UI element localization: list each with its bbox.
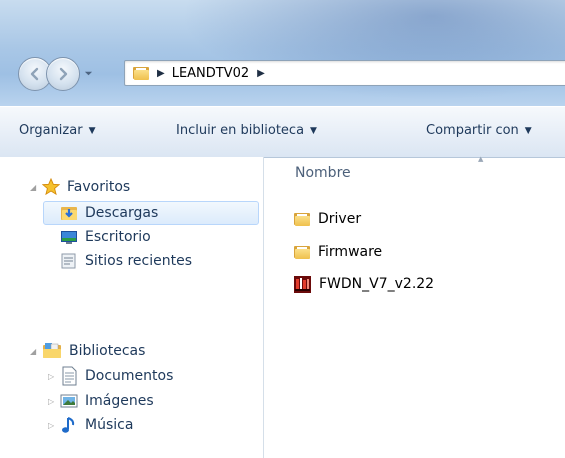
file-item-fwdn[interactable]: FWDN_V7_v2.22: [294, 273, 434, 295]
application-icon: [294, 275, 311, 293]
file-name: FWDN_V7_v2.22: [319, 276, 435, 292]
organize-label: Organizar: [19, 123, 83, 138]
nav-label-desktop: Escritorio: [85, 229, 151, 245]
forward-button[interactable]: [46, 57, 80, 91]
nav-label-music: Música: [85, 417, 134, 433]
expand-arrow-icon[interactable]: ▷: [48, 421, 60, 430]
breadcrumb-leandtv02[interactable]: LEANDTV02: [172, 66, 249, 81]
dropdown-arrow-icon: ▼: [524, 126, 532, 136]
dropdown-arrow-icon: ▼: [88, 126, 96, 136]
include-library-menu-button[interactable]: Incluir en biblioteca ▼: [176, 123, 317, 138]
nav-item-downloads[interactable]: Descargas: [60, 201, 158, 225]
nav-item-desktop[interactable]: Escritorio: [60, 225, 151, 249]
recent-pages-button[interactable]: [81, 64, 95, 82]
nav-label-favorites: Favoritos: [67, 179, 131, 195]
breadcrumb-arrow-icon[interactable]: ▶: [257, 68, 265, 79]
command-bar: Organizar ▼ Incluir en biblioteca ▼ Compar…: [0, 106, 565, 158]
sort-ascending-icon: ▲: [478, 155, 484, 163]
nav-item-images[interactable]: ▷ Imágenes: [48, 389, 154, 413]
file-name: Driver: [318, 211, 362, 227]
folder-icon: [294, 245, 310, 259]
star-icon: [42, 178, 60, 196]
documents-icon: [60, 366, 78, 386]
recent-places-icon: [60, 252, 78, 270]
breadcrumb-arrow-icon[interactable]: ▶: [157, 68, 165, 79]
share-with-menu-button[interactable]: Compartir con ▼: [426, 123, 532, 138]
pictures-icon: [60, 392, 78, 410]
arrow-right-icon: [59, 67, 68, 81]
chevron-down-icon: [84, 71, 92, 75]
libraries-icon: [42, 342, 62, 360]
navigation-pane: ◢ Favoritos Descargas Escritorio Sitios …: [0, 157, 264, 458]
column-header-name[interactable]: Nombre: [295, 165, 351, 181]
dropdown-arrow-icon: ▼: [310, 126, 317, 136]
nav-item-music[interactable]: ▷ Música: [48, 413, 133, 437]
title-bar: ▶ LEANDTV02 ▶: [0, 0, 565, 106]
nav-item-recent-places[interactable]: Sitios recientes: [60, 249, 192, 273]
nav-item-favorites[interactable]: ◢ Favoritos: [30, 175, 130, 199]
share-with-label: Compartir con: [426, 123, 519, 138]
include-library-label: Incluir en biblioteca: [176, 123, 305, 138]
file-item-driver[interactable]: Driver: [294, 208, 361, 230]
nav-label-images: Imágenes: [85, 393, 154, 409]
folder-icon: [133, 66, 149, 80]
folder-icon: [294, 212, 310, 226]
collapse-arrow-icon[interactable]: ◢: [30, 347, 42, 356]
nav-label-documents: Documentos: [85, 368, 174, 384]
organize-menu-button[interactable]: Organizar ▼: [19, 123, 95, 138]
collapse-arrow-icon[interactable]: ◢: [30, 183, 42, 192]
nav-label-libraries: Bibliotecas: [69, 343, 146, 359]
expand-arrow-icon[interactable]: ▷: [48, 372, 60, 381]
file-list-pane: ▲ Nombre Driver Firmware FWDN_V7_v2.22: [264, 155, 565, 458]
downloads-folder-icon: [60, 204, 78, 222]
file-name: Firmware: [318, 244, 383, 260]
arrow-left-icon: [30, 67, 39, 81]
music-note-icon: [60, 415, 78, 435]
address-bar[interactable]: ▶ LEANDTV02 ▶: [124, 60, 565, 86]
file-item-firmware[interactable]: Firmware: [294, 241, 382, 263]
nav-item-libraries[interactable]: ◢ Bibliotecas: [30, 339, 145, 363]
desktop-icon: [60, 228, 78, 246]
expand-arrow-icon[interactable]: ▷: [48, 397, 60, 406]
nav-label-downloads: Descargas: [85, 205, 159, 221]
nav-item-documents[interactable]: ▷ Documentos: [48, 364, 173, 388]
nav-label-recent-places: Sitios recientes: [85, 253, 192, 269]
